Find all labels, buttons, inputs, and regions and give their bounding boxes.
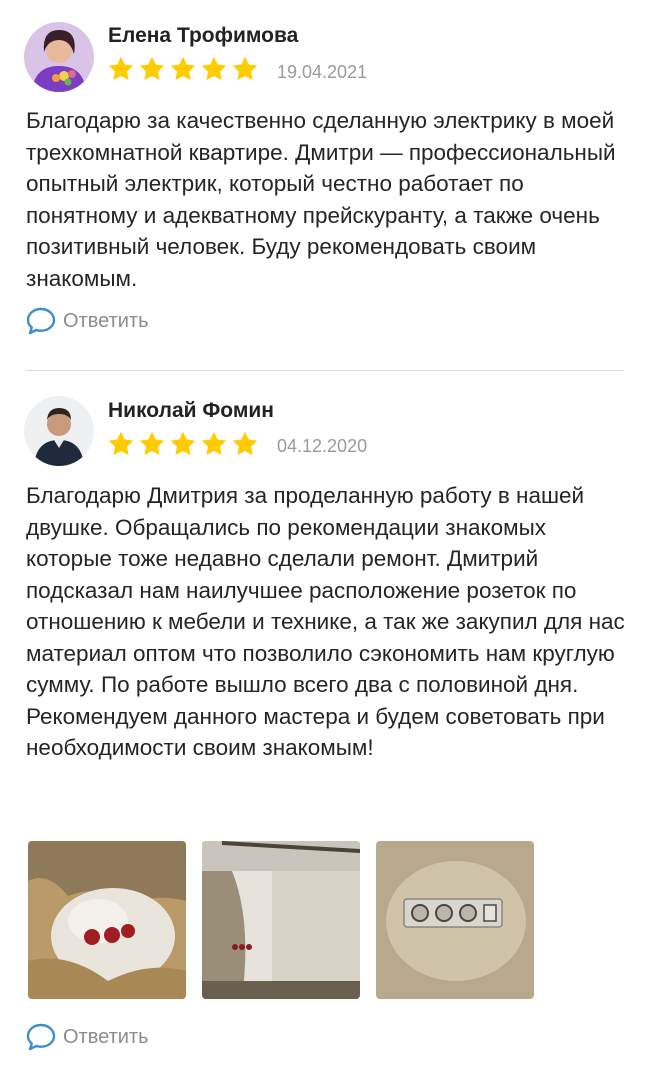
avatar[interactable]	[24, 396, 94, 466]
reply-label: Ответить	[63, 309, 149, 332]
reply-button[interactable]: Ответить	[25, 306, 149, 336]
review-photo[interactable]	[28, 841, 186, 999]
star-icon	[170, 431, 196, 455]
star-icon	[108, 56, 134, 80]
review-photo[interactable]	[202, 841, 360, 999]
review-photos	[28, 841, 534, 999]
speech-bubble-icon	[26, 307, 56, 335]
star-icon	[139, 431, 165, 455]
review-photo[interactable]	[376, 841, 534, 999]
review-text: Благодарю за качественно сделанную элект…	[26, 108, 616, 291]
star-icon	[139, 56, 165, 80]
star-icon	[232, 431, 258, 455]
review-date: 19.04.2021	[277, 62, 368, 82]
author-name[interactable]: Николай Фомин	[108, 399, 274, 423]
star-icon	[108, 431, 134, 455]
review-text: Благодарю Дмитрия за проделанную работу …	[26, 483, 625, 760]
rating-stars	[107, 430, 259, 462]
divider	[26, 370, 624, 371]
author-name[interactable]: Елена Трофимова	[108, 24, 298, 48]
reply-label: Ответить	[63, 1025, 149, 1048]
star-icon	[201, 431, 227, 455]
star-icon	[232, 56, 258, 80]
star-icon	[201, 56, 227, 80]
rating-stars	[107, 55, 259, 87]
reply-button[interactable]: Ответить	[25, 1022, 149, 1052]
review-date: 04.12.2020	[277, 436, 368, 456]
star-icon	[170, 56, 196, 80]
avatar[interactable]	[24, 22, 94, 92]
speech-bubble-icon	[26, 1023, 56, 1051]
